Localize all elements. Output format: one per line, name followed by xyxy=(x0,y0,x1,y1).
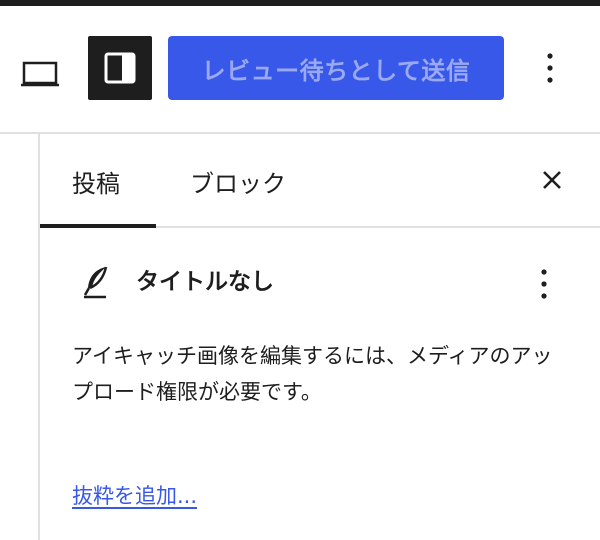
feather-icon xyxy=(83,266,108,299)
laptop-icon xyxy=(21,61,59,87)
post-actions-button[interactable] xyxy=(522,262,566,306)
editor-screen: レビュー待ちとして送信 投稿 ブロック タイトルなし アイキャッチ画像を編集する… xyxy=(0,0,600,540)
tab-post[interactable]: 投稿 xyxy=(72,134,120,228)
vertical-ellipsis-icon xyxy=(547,53,553,83)
settings-sidebar: 投稿 ブロック タイトルなし アイキャッチ画像を編集するには、メディアのアップロ… xyxy=(40,134,600,540)
post-summary-header: タイトルなし xyxy=(40,254,600,314)
sidebar-tabs: 投稿 ブロック xyxy=(40,134,600,228)
post-title: タイトルなし xyxy=(136,269,274,295)
active-tab-indicator xyxy=(40,224,156,228)
settings-sidebar-toggle[interactable] xyxy=(88,36,152,100)
close-icon xyxy=(543,171,561,189)
editor-toolbar: レビュー待ちとして送信 xyxy=(0,6,600,132)
close-sidebar-button[interactable] xyxy=(530,158,574,202)
featured-image-permission-notice: アイキャッチ画像を編集するには、メディアのアップロード権限が必要です。 xyxy=(72,344,553,404)
editor-options-button[interactable] xyxy=(528,46,572,90)
tab-block[interactable]: ブロック xyxy=(190,134,286,228)
submit-for-review-button[interactable]: レビュー待ちとして送信 xyxy=(168,36,504,100)
vertical-ellipsis-icon xyxy=(541,269,547,299)
add-excerpt-link[interactable]: 抜粋を追加... xyxy=(72,478,197,514)
sidebar-panel-icon xyxy=(104,52,136,84)
device-preview-button[interactable] xyxy=(16,52,64,96)
